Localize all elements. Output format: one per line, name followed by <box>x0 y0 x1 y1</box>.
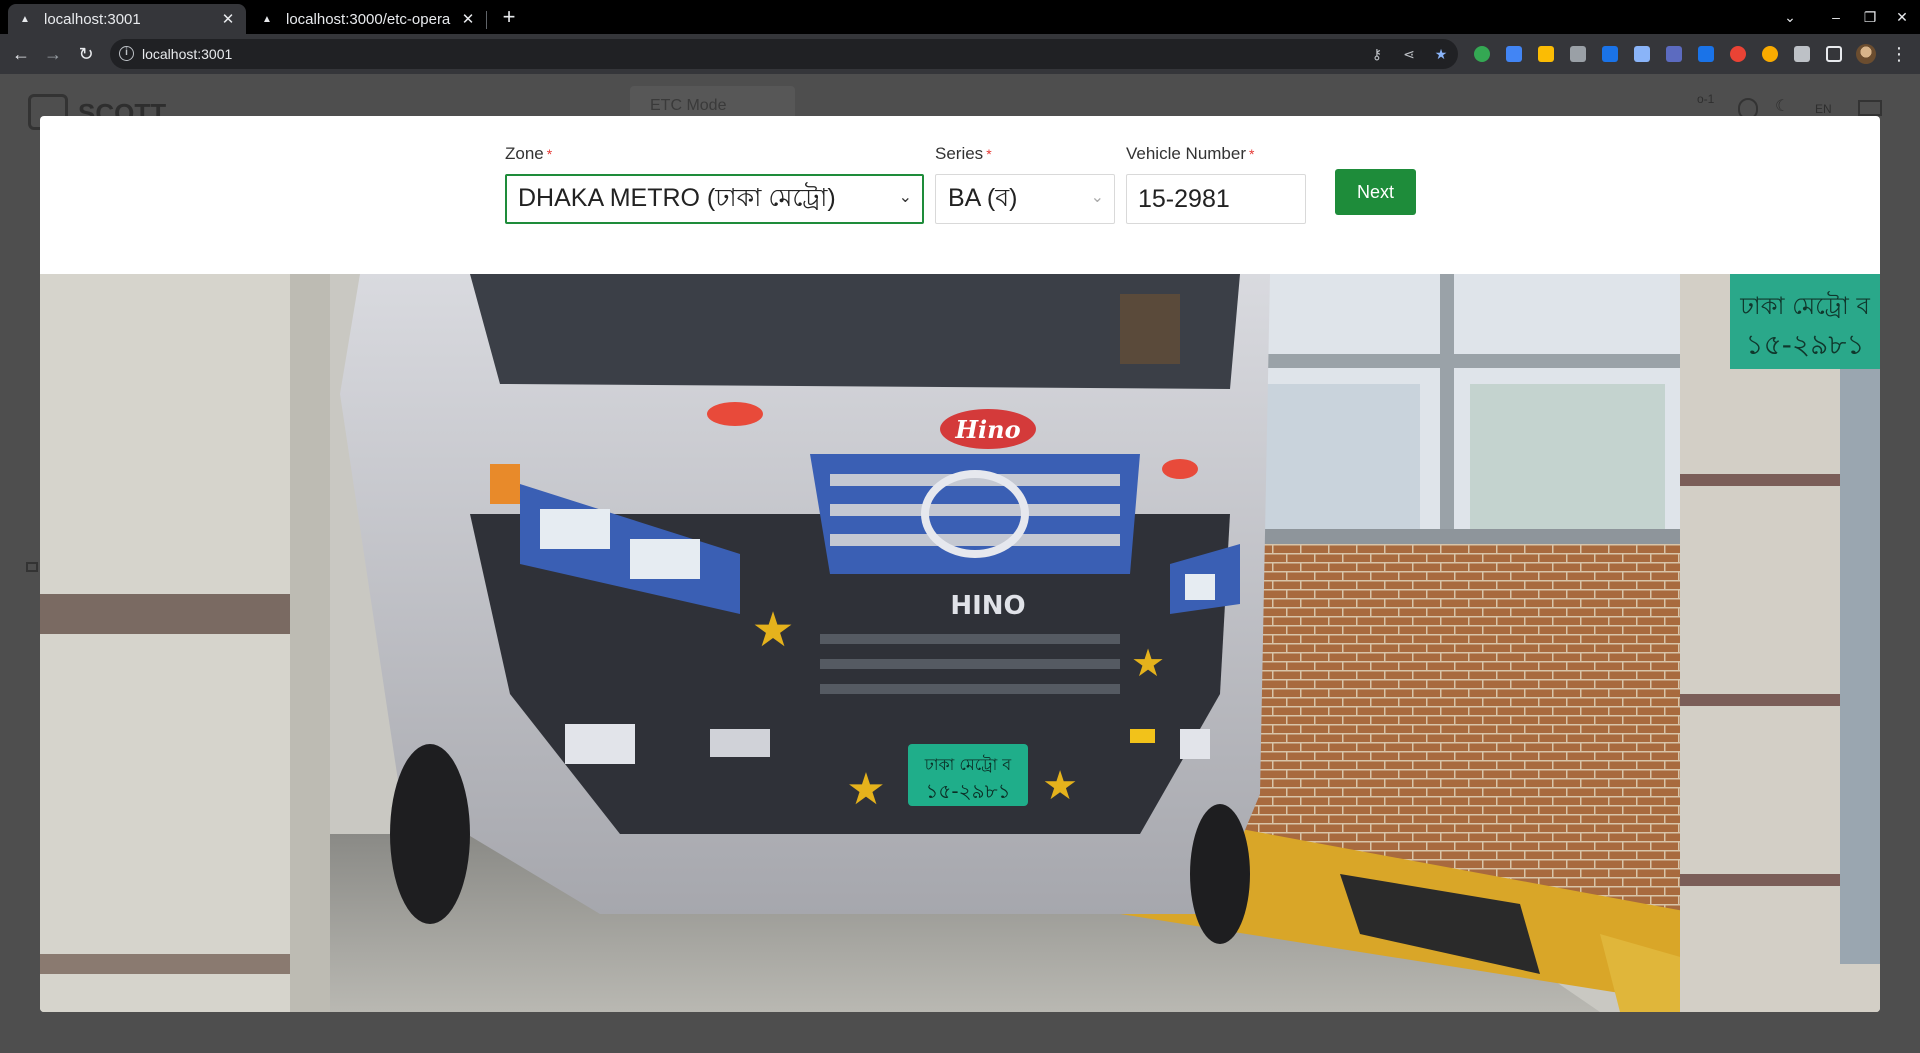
tab-search-icon[interactable]: ⌄ <box>1778 6 1802 28</box>
vehicle-camera-image: ঢাকা মেট্রো ব ১৫-২৯৮১ Hino HINO ★ ★ ★ ★ … <box>40 274 1880 1012</box>
close-window-icon[interactable]: ✕ <box>1890 6 1914 28</box>
chevron-down-icon: ⌄ <box>898 189 912 206</box>
moon-icon: ☾ <box>1775 98 1790 115</box>
side-panel-icon[interactable] <box>1826 46 1842 62</box>
tab-title: localhost:3001 <box>44 10 141 28</box>
new-tab-icon[interactable]: + <box>498 4 520 30</box>
triangle-favicon-icon: ▲ <box>20 13 30 25</box>
language-select: EN <box>1815 102 1832 116</box>
browser-toolbar: ← → ↻ i localhost:3001 ⚷ ⋖ ★ ⋮ <box>0 34 1920 74</box>
browser-tabstrip: ▲ localhost:3001 ✕ ▲ localhost:3000/etc-… <box>0 0 1920 34</box>
series-value: BA (ব) <box>948 184 1018 212</box>
profile-avatar[interactable] <box>1856 44 1876 64</box>
app-page: SCOTT ETC Mode o-1 ☾ EN Zone * DHAKA METR… <box>0 74 1920 1053</box>
tab-localhost-3001[interactable]: ▲ localhost:3001 ✕ <box>8 4 246 34</box>
close-tab-icon[interactable]: ✕ <box>460 10 476 28</box>
wall-plate-line1: ঢাকা মেট্রো ব <box>1739 291 1870 320</box>
vehicle-form: Zone * DHAKA METRO (ঢাকা মেট্রো) ⌄ Series… <box>40 116 1880 274</box>
share-icon[interactable]: ⋖ <box>1400 45 1418 63</box>
bumper-star-icon: ★ <box>1131 643 1165 685</box>
minimize-icon[interactable]: – <box>1824 6 1848 28</box>
extension-l-icon[interactable] <box>1698 46 1714 62</box>
extension-crown-icon[interactable] <box>1570 46 1586 62</box>
restore-icon[interactable]: ❐ <box>1858 6 1882 28</box>
plate-line2: ১৫-২৯৮১ <box>925 779 1010 803</box>
extension-drop-icon[interactable] <box>1730 46 1746 62</box>
bumper-star-icon: ★ <box>751 604 794 657</box>
triangle-favicon-icon: ▲ <box>262 13 272 25</box>
extension-puzzle-blue-icon[interactable] <box>1602 46 1618 62</box>
tab-divider <box>486 11 487 29</box>
extensions-puzzle-icon[interactable] <box>1794 46 1810 62</box>
extension-doc-icon[interactable] <box>1634 46 1650 62</box>
key-icon[interactable]: ⚷ <box>1368 45 1386 63</box>
browser-menu-icon[interactable]: ⋮ <box>1890 43 1908 65</box>
series-select[interactable]: BA (ব) ⌄ <box>935 174 1115 224</box>
vehicle-number-input[interactable]: 15-2981 <box>1126 174 1306 224</box>
bumper-star-icon: ★ <box>1042 764 1078 808</box>
extension-target-icon[interactable] <box>1474 46 1490 62</box>
hino-badge-text: Hino <box>954 415 1020 444</box>
extension-calendar-icon[interactable] <box>1666 46 1682 62</box>
zone-label: Zone * <box>505 144 553 163</box>
zone-value: DHAKA METRO (ঢাকা মেট্রো) <box>518 184 836 212</box>
wall-plate-line2: ১৫-২৯৮১ <box>1745 328 1864 361</box>
close-tab-icon[interactable]: ✕ <box>220 10 236 28</box>
back-icon[interactable]: ← <box>9 43 33 65</box>
address-bar[interactable]: i localhost:3001 ⚷ ⋖ ★ <box>110 39 1458 69</box>
extension-drive-icon[interactable] <box>1506 46 1522 62</box>
chevron-down-icon: ⌄ <box>1090 189 1104 206</box>
vehicle-entry-modal: Zone * DHAKA METRO (ঢাকা মেট্রো) ⌄ Series… <box>40 116 1880 1012</box>
bookmark-star-icon[interactable]: ★ <box>1432 45 1450 63</box>
forward-icon[interactable]: → <box>41 43 65 65</box>
bumper-star-icon: ★ <box>846 765 885 814</box>
plate-line1: ঢাকা মেট্রো ব <box>924 755 1013 774</box>
zone-select[interactable]: DHAKA METRO (ঢাকা মেট্রো) ⌄ <box>505 174 924 224</box>
site-info-icon[interactable]: i <box>119 46 134 61</box>
extension-note-icon[interactable] <box>1538 46 1554 62</box>
keyboard-icon <box>1858 100 1882 116</box>
next-button[interactable]: Next <box>1335 169 1416 215</box>
tab-localhost-3000[interactable]: ▲ localhost:3000/etc-opera ✕ <box>250 4 486 34</box>
reload-icon[interactable]: ↻ <box>74 43 98 65</box>
vehicle-number-label: Vehicle Number * <box>1126 144 1255 163</box>
extension-coin-icon[interactable] <box>1762 46 1778 62</box>
hino-grille-text: HINO <box>950 591 1025 621</box>
tab-title: localhost:3000/etc-opera <box>286 10 451 28</box>
monitor-icon <box>26 562 38 572</box>
series-label: Series * <box>935 144 992 163</box>
lane-code: o-1 <box>1697 92 1715 106</box>
address-url: localhost:3001 <box>142 46 233 62</box>
